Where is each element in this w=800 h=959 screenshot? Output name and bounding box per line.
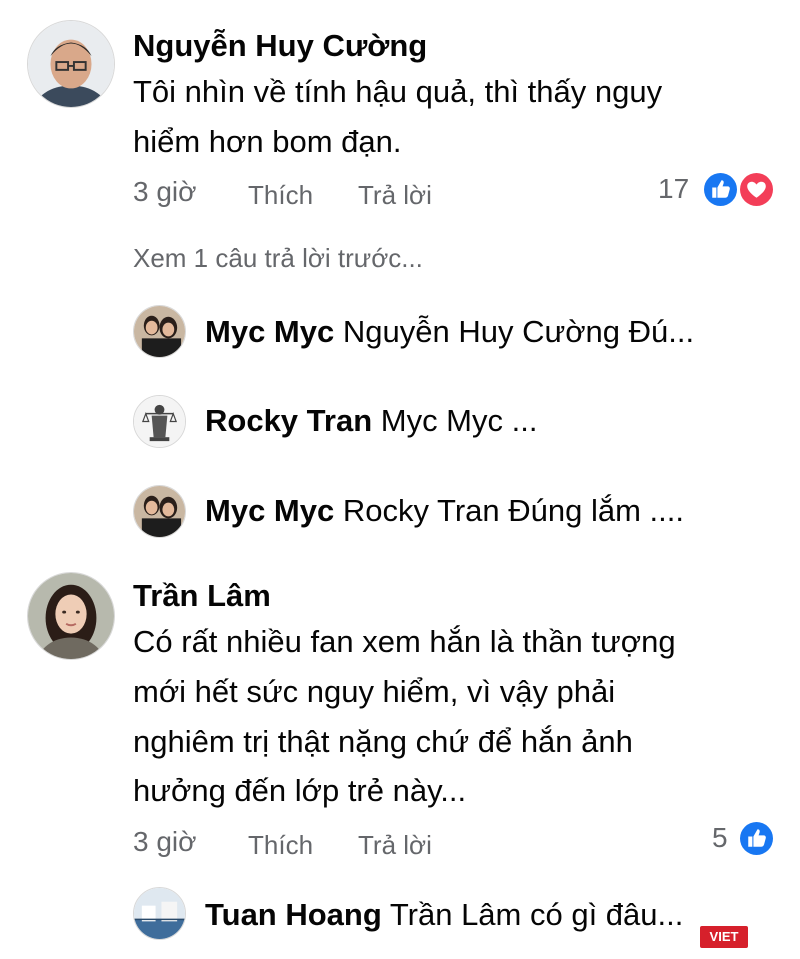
watermark-logo: VIET <box>700 926 748 948</box>
comment-text-line: Tôi nhìn về tính hậu quả, thì thấy nguy <box>133 74 663 109</box>
reply-text: Rocky Tran Đúng lắm .... <box>342 493 684 528</box>
avatar[interactable] <box>133 485 186 538</box>
avatar[interactable] <box>27 572 115 660</box>
view-previous-replies-link[interactable]: Xem 1 câu trả lời trước... <box>133 243 423 274</box>
reply-author[interactable]: Tuan Hoang <box>205 897 382 932</box>
reply-text: Myc Myc ... <box>380 403 538 438</box>
like-button[interactable]: Thích <box>248 830 313 861</box>
comment-author[interactable]: Trần Lâm <box>133 578 271 614</box>
comment-time[interactable]: 3 giờ <box>133 826 197 858</box>
reply-item: Myc Myc Nguyễn Huy Cường Đú... <box>205 314 694 350</box>
avatar[interactable] <box>133 305 186 358</box>
like-icon <box>702 171 739 208</box>
comment-text-line: Có rất nhiều fan xem hắn là thần tượng <box>133 624 676 659</box>
reply-author[interactable]: Rocky Tran <box>205 403 372 438</box>
comment-text-line: nghiêm trị thật nặng chứ để hắn ảnh <box>133 724 633 759</box>
reply-text: Trần Lâm có gì đâu... <box>389 897 684 932</box>
reply-text: Nguyễn Huy Cường Đú... <box>342 314 695 349</box>
reply-button[interactable]: Trả lời <box>358 830 432 861</box>
comment-author[interactable]: Nguyễn Huy Cường <box>133 28 427 64</box>
avatar[interactable] <box>133 395 186 448</box>
reply-author[interactable]: Myc Myc <box>205 314 334 349</box>
comment-time[interactable]: 3 giờ <box>133 176 197 208</box>
reaction-count[interactable]: 17 <box>658 173 689 205</box>
reply-item: Tuan Hoang Trần Lâm có gì đâu... <box>205 897 683 933</box>
avatar[interactable] <box>27 20 115 108</box>
reply-button[interactable]: Trả lời <box>358 180 432 211</box>
reaction-count[interactable]: 5 <box>712 822 728 854</box>
love-icon <box>738 171 775 208</box>
comment-text-line: hưởng đến lớp trẻ này... <box>133 773 467 808</box>
avatar[interactable] <box>133 887 186 940</box>
reply-item: Rocky Tran Myc Myc ... <box>205 403 537 439</box>
like-button[interactable]: Thích <box>248 180 313 211</box>
reply-author[interactable]: Myc Myc <box>205 493 334 528</box>
comment-text-line: mới hết sức nguy hiểm, vì vậy phải <box>133 674 616 709</box>
comment-text-line: hiểm hơn bom đạn. <box>133 124 402 159</box>
like-icon <box>738 820 775 857</box>
reply-item: Myc Myc Rocky Tran Đúng lắm .... <box>205 493 684 529</box>
